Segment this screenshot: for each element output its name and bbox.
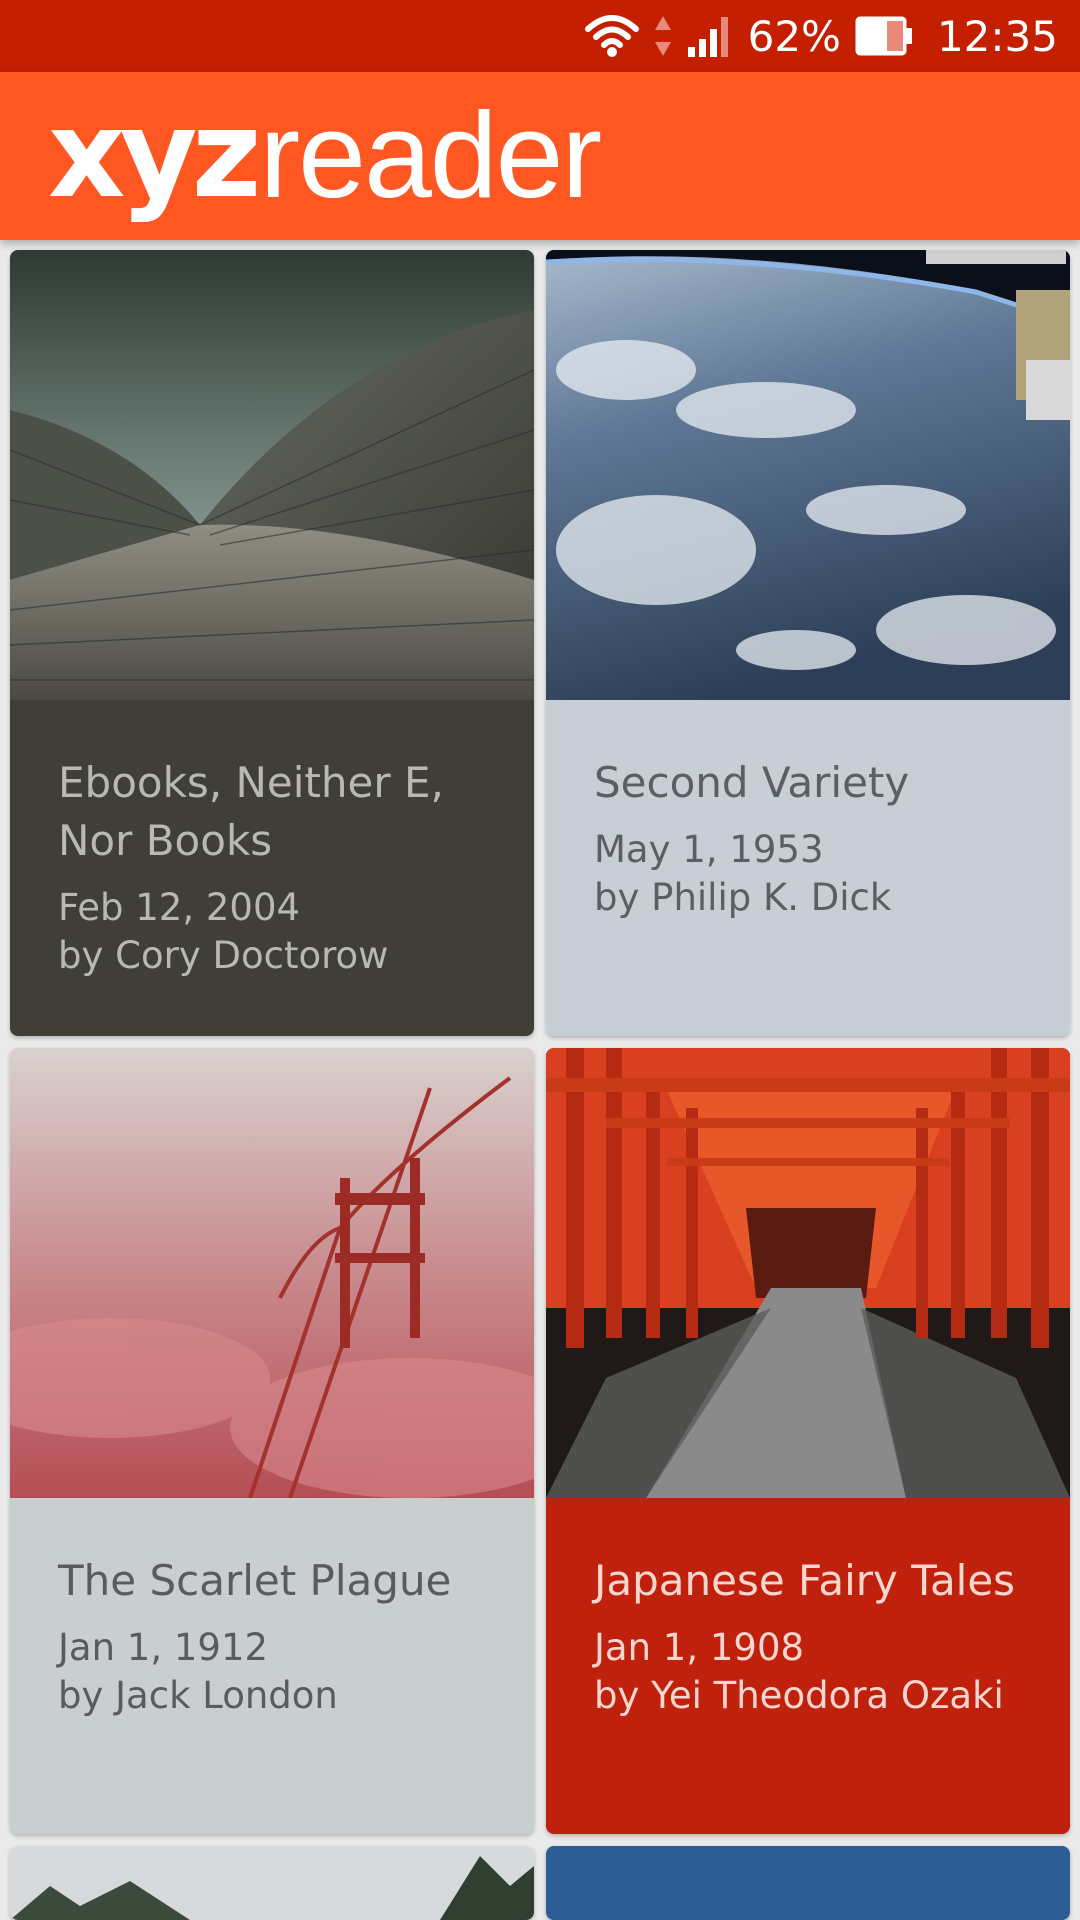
status-bar: 62% 12:35 [0, 0, 1080, 72]
article-grid[interactable]: Ebooks, Neither E, Nor Books Feb 12, 200… [0, 240, 1080, 1920]
article-author: by Cory Doctorow [58, 934, 389, 977]
article-date: Feb 12, 2004 [58, 886, 301, 929]
article-author: by Jack London [58, 1674, 338, 1717]
article-title: Second Variety [594, 758, 910, 807]
article-meta: Japanese Fairy Tales Jan 1, 1908 by Yei … [546, 1498, 1070, 1834]
data-arrows-icon [654, 14, 672, 58]
article-title: The Scarlet Plague [58, 1556, 452, 1605]
article-date: May 1, 1953 [594, 828, 824, 871]
article-meta: The Scarlet Plague Jan 1, 1912 by Jack L… [10, 1498, 534, 1834]
article-card[interactable] [10, 1846, 534, 1920]
bridge-in-red-fog-image [10, 1048, 534, 1498]
article-title: Japanese Fairy Tales [594, 1556, 1016, 1605]
torii-gates-tunnel-image [546, 1048, 1070, 1498]
battery-percent: 62% [747, 11, 841, 61]
clock: 12:35 [936, 11, 1058, 61]
article-meta: Second Variety May 1, 1953 by Philip K. … [546, 700, 1070, 1036]
article-date: Jan 1, 1908 [594, 1626, 805, 1669]
logo-bold-text: xyz [48, 85, 261, 225]
logo-light-text: reader [259, 87, 602, 223]
signal-icon [686, 13, 734, 59]
status-icons: 62% 12:35 [584, 0, 1058, 72]
app-bar: xyz reader [0, 72, 1080, 240]
article-card[interactable]: Second Variety May 1, 1953 by Philip K. … [546, 250, 1070, 1036]
opera-house-roof-image [10, 250, 534, 700]
article-image [546, 1846, 1070, 1920]
app-logo: xyz reader [48, 86, 602, 225]
article-author: by Philip K. Dick [594, 876, 892, 919]
battery-icon [855, 15, 913, 57]
wifi-icon [584, 13, 640, 59]
earth-from-space-image [546, 250, 1070, 700]
article-card[interactable] [546, 1846, 1070, 1920]
article-card[interactable]: Japanese Fairy Tales Jan 1, 1908 by Yei … [546, 1048, 1070, 1834]
article-date: Jan 1, 1912 [58, 1626, 269, 1669]
article-title: Ebooks, Neither E, Nor Books [58, 758, 444, 865]
article-card[interactable]: Ebooks, Neither E, Nor Books Feb 12, 200… [10, 250, 534, 1036]
article-image [10, 1846, 534, 1920]
article-card[interactable]: The Scarlet Plague Jan 1, 1912 by Jack L… [10, 1048, 534, 1834]
article-meta: Ebooks, Neither E, Nor Books Feb 12, 200… [10, 700, 534, 1036]
article-author: by Yei Theodora Ozaki [594, 1674, 1004, 1717]
